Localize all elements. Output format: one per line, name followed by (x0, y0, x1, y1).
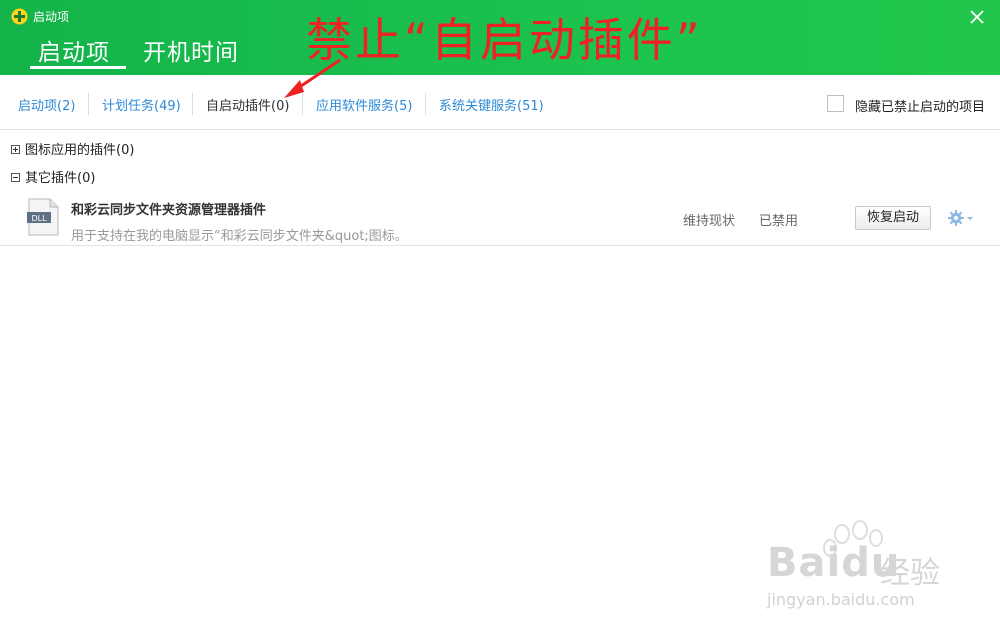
divider (192, 93, 193, 115)
subtab-startup[interactable]: 启动项(2) (18, 95, 75, 114)
gear-icon[interactable] (947, 208, 975, 228)
subtab-system-services[interactable]: 系统关键服务(51) (439, 95, 544, 114)
subtab-scheduled-tasks[interactable]: 计划任务(49) (102, 95, 181, 114)
restore-startup-button[interactable]: 恢复启动 (855, 206, 931, 230)
expand-icon[interactable] (11, 145, 20, 154)
window-title: 启动项 (33, 10, 70, 24)
hide-disabled-label: 隐藏已禁止启动的项目 (855, 100, 986, 115)
dll-file-icon: DLL (27, 198, 59, 236)
subtab-bar: 启动项(2) 计划任务(49) 自启动插件(0) 应用软件服务(5) 系统关键服… (0, 75, 1000, 130)
app-logo-icon (11, 8, 28, 25)
divider (302, 93, 303, 115)
header-tab-boot-time[interactable]: 开机时间 (143, 33, 239, 67)
item-status: 已禁用 (759, 214, 799, 229)
subtab-autostart-plugins[interactable]: 自启动插件(0) (206, 95, 289, 114)
annotation-text: 禁止“自启动插件” (306, 13, 703, 67)
item-description: 用于支持在我的电脑显示“和彩云同步文件夹&quot;图标。 (71, 229, 408, 244)
chevron-down-icon (967, 217, 973, 220)
divider (425, 93, 426, 115)
group-label: 图标应用的插件(0) (25, 143, 135, 158)
group-other-plugins[interactable]: 其它插件(0) (11, 167, 95, 186)
divider (88, 93, 89, 115)
subtab-app-services[interactable]: 应用软件服务(5) (316, 95, 412, 114)
hide-disabled-checkbox[interactable] (827, 95, 844, 112)
collapse-icon[interactable] (11, 173, 20, 182)
close-icon[interactable] (966, 6, 988, 28)
group-label: 其它插件(0) (25, 171, 96, 186)
watermark-url: jingyan.baidu.com (767, 590, 915, 609)
dll-icon-text: DLL (31, 214, 47, 223)
header-tab-startup[interactable]: 启动项 (38, 33, 110, 67)
active-tab-indicator (30, 66, 126, 69)
list-item: DLL 和彩云同步文件夹资源管理器插件 用于支持在我的电脑显示“和彩云同步文件夹… (0, 190, 1000, 246)
item-suggestion: 维持现状 (683, 214, 736, 229)
watermark-cn: 经验 (880, 556, 940, 591)
item-name: 和彩云同步文件夹资源管理器插件 (71, 203, 267, 218)
group-icon-plugins[interactable]: 图标应用的插件(0) (11, 139, 134, 158)
